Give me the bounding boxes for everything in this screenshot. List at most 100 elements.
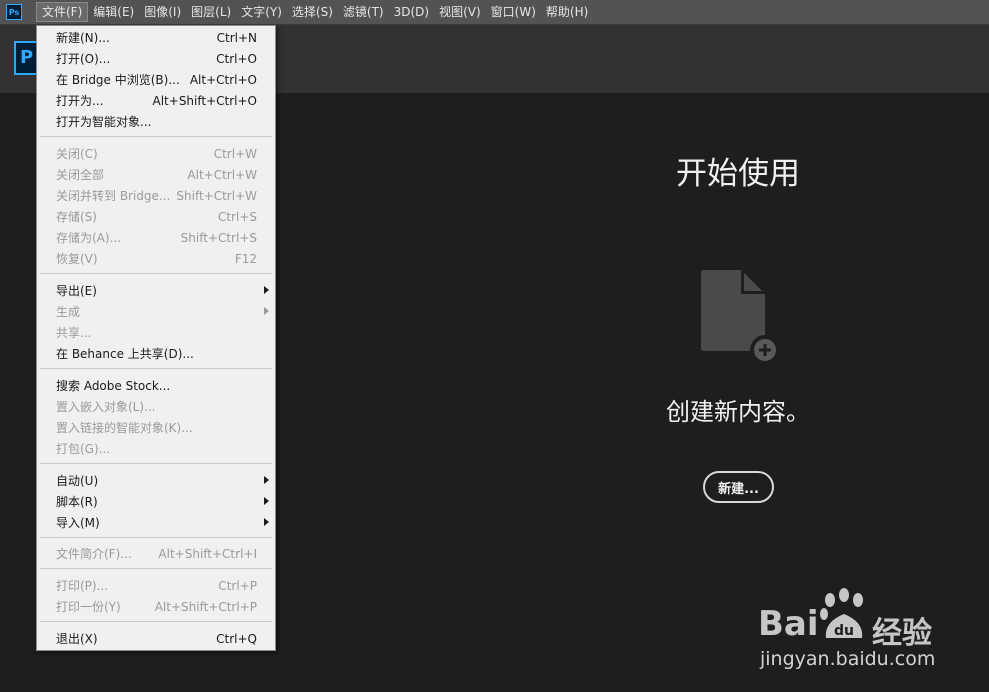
menu-3d[interactable]: 3D(D) [389, 2, 434, 22]
menu-help[interactable]: 帮助(H) [541, 2, 593, 22]
menu-select[interactable]: 选择(S) [287, 2, 338, 22]
menu-item-label: 打包(G)... [56, 442, 111, 456]
menu-item-shortcut: Shift+Ctrl+S [180, 230, 257, 245]
menu-separator [40, 621, 272, 622]
menu-item-label: 搜索 Adobe Stock... [56, 379, 171, 393]
new-document-icon[interactable] [701, 270, 781, 365]
menu-item-shortcut: Alt+Shift+Ctrl+P [154, 599, 257, 614]
menu-item-save[interactable]: 存储(S) Ctrl+S [37, 206, 275, 227]
menu-item-shortcut: Ctrl+N [216, 30, 257, 45]
menu-item-label: 存储(S) [56, 210, 97, 224]
menu-item-label: 关闭(C) [56, 147, 98, 161]
menu-separator [40, 463, 272, 464]
menu-item-label: 关闭全部 [56, 168, 105, 182]
menu-item-share-on-behance[interactable]: 在 Behance 上共享(D)... [37, 343, 275, 364]
menu-item-label: 置入链接的智能对象(K)... [56, 421, 193, 435]
submenu-arrow-icon [264, 307, 269, 315]
watermark-paw-text: du [834, 623, 854, 639]
menu-item-label: 关闭并转到 Bridge... [56, 189, 171, 203]
menu-item-open-as[interactable]: 打开为... Alt+Shift+Ctrl+O [37, 90, 275, 111]
menu-item-shortcut: Alt+Ctrl+O [189, 72, 257, 87]
menu-item-browse-in-bridge[interactable]: 在 Bridge 中浏览(B)... Alt+Ctrl+O [37, 69, 275, 90]
menu-item-automate[interactable]: 自动(U) [37, 470, 275, 491]
menu-item-shortcut: Ctrl+O [216, 51, 257, 66]
menu-item-generate[interactable]: 生成 [37, 301, 275, 322]
menu-file[interactable]: 文件(F) [36, 2, 89, 22]
menu-item-shortcut: Ctrl+W [213, 146, 257, 161]
photoshop-app-icon[interactable]: Ps [6, 4, 22, 20]
menu-item-scripts[interactable]: 脚本(R) [37, 491, 275, 512]
menu-filter[interactable]: 滤镜(T) [338, 2, 389, 22]
menu-separator [40, 273, 272, 274]
menu-view[interactable]: 视图(V) [434, 2, 486, 22]
menu-item-label: 打印(P)... [56, 579, 109, 593]
menu-item-search-adobe-stock[interactable]: 搜索 Adobe Stock... [37, 375, 275, 396]
menu-item-shortcut: Alt+Shift+Ctrl+I [158, 546, 257, 561]
menu-type[interactable]: 文字(Y) [236, 2, 287, 22]
file-menu-dropdown: 新建(N)... Ctrl+N 打开(O)... Ctrl+O 在 Bridge 中… [36, 25, 276, 651]
menu-item-label: 恢复(V) [56, 252, 98, 266]
menu-item-label: 退出(X) [56, 632, 98, 646]
submenu-arrow-icon [264, 286, 269, 294]
paw-logo-icon: du [820, 588, 863, 639]
menu-separator [40, 568, 272, 569]
menu-item-package[interactable]: 打包(G)... [37, 438, 275, 459]
menu-item-file-info[interactable]: 文件简介(F)... Alt+Shift+Ctrl+I [37, 543, 275, 564]
menu-items: 文件(F) 编辑(E) 图像(I) 图层(L) 文字(Y) 选择(S) 滤镜(T… [36, 0, 593, 25]
menu-item-label: 新建(N)... [56, 31, 110, 45]
menu-item-shortcut: Alt+Ctrl+W [187, 167, 257, 182]
menu-item-open[interactable]: 打开(O)... Ctrl+O [37, 48, 275, 69]
menu-separator [40, 368, 272, 369]
submenu-arrow-icon [264, 497, 269, 505]
menu-item-close[interactable]: 关闭(C) Ctrl+W [37, 143, 275, 164]
menu-item-place-embedded[interactable]: 置入嵌入对象(L)... [37, 396, 275, 417]
plus-circle-icon [750, 335, 780, 365]
menu-item-share[interactable]: 共享... [37, 322, 275, 343]
menu-item-label: 导入(M) [56, 516, 100, 530]
watermark-product: 经验 [872, 616, 932, 651]
menu-item-import[interactable]: 导入(M) [37, 512, 275, 533]
menu-item-close-all[interactable]: 关闭全部 Alt+Ctrl+W [37, 164, 275, 185]
create-new-content-text: 创建新内容。 [666, 398, 810, 426]
submenu-arrow-icon [264, 476, 269, 484]
submenu-arrow-icon [264, 518, 269, 526]
menu-edit[interactable]: 编辑(E) [88, 2, 139, 22]
menu-item-exit[interactable]: 退出(X) Ctrl+Q [37, 628, 275, 649]
menu-item-label: 共享... [56, 326, 92, 340]
menu-image[interactable]: 图像(I) [139, 2, 186, 22]
menu-item-close-and-go-to-bridge[interactable]: 关闭并转到 Bridge... Shift+Ctrl+W [37, 185, 275, 206]
menu-item-label: 自动(U) [56, 474, 99, 488]
baidu-jingyan-watermark: Bai du 经验 jingyan.baidu.com [758, 588, 983, 678]
watermark-brand: Bai [758, 604, 819, 644]
menu-separator [40, 136, 272, 137]
menu-item-label: 打开为... [56, 94, 104, 108]
menu-item-new[interactable]: 新建(N)... Ctrl+N [37, 27, 275, 48]
menu-item-label: 打开为智能对象... [56, 115, 152, 129]
watermark-url: jingyan.baidu.com [760, 648, 936, 670]
menu-item-shortcut: Alt+Shift+Ctrl+O [152, 93, 257, 108]
menu-item-label: 在 Bridge 中浏览(B)... [56, 73, 180, 87]
menu-item-label: 导出(E) [56, 284, 97, 298]
menu-layer[interactable]: 图层(L) [186, 2, 236, 22]
menu-bar: Ps 文件(F) 编辑(E) 图像(I) 图层(L) 文字(Y) 选择(S) 滤… [0, 0, 989, 25]
menu-item-label: 生成 [56, 305, 81, 319]
menu-item-label: 脚本(R) [56, 495, 98, 509]
menu-item-place-linked[interactable]: 置入链接的智能对象(K)... [37, 417, 275, 438]
menu-item-print[interactable]: 打印(P)... Ctrl+P [37, 575, 275, 596]
menu-item-label: 文件简介(F)... [56, 547, 132, 561]
menu-item-label: 置入嵌入对象(L)... [56, 400, 156, 414]
menu-separator [40, 537, 272, 538]
menu-item-print-one-copy[interactable]: 打印一份(Y) Alt+Shift+Ctrl+P [37, 596, 275, 617]
menu-item-label: 存储为(A)... [56, 231, 122, 245]
menu-item-save-as[interactable]: 存储为(A)... Shift+Ctrl+S [37, 227, 275, 248]
menu-window[interactable]: 窗口(W) [486, 2, 541, 22]
menu-item-shortcut: Ctrl+Q [216, 631, 257, 646]
menu-item-open-as-smart-object[interactable]: 打开为智能对象... [37, 111, 275, 132]
menu-item-shortcut: Shift+Ctrl+W [176, 188, 257, 203]
menu-item-label: 在 Behance 上共享(D)... [56, 347, 194, 361]
start-title: 开始使用 [676, 156, 800, 192]
menu-item-revert[interactable]: 恢复(V) F12 [37, 248, 275, 269]
menu-item-shortcut: Ctrl+S [217, 209, 257, 224]
new-file-button[interactable]: 新建... [703, 471, 774, 503]
menu-item-export[interactable]: 导出(E) [37, 280, 275, 301]
